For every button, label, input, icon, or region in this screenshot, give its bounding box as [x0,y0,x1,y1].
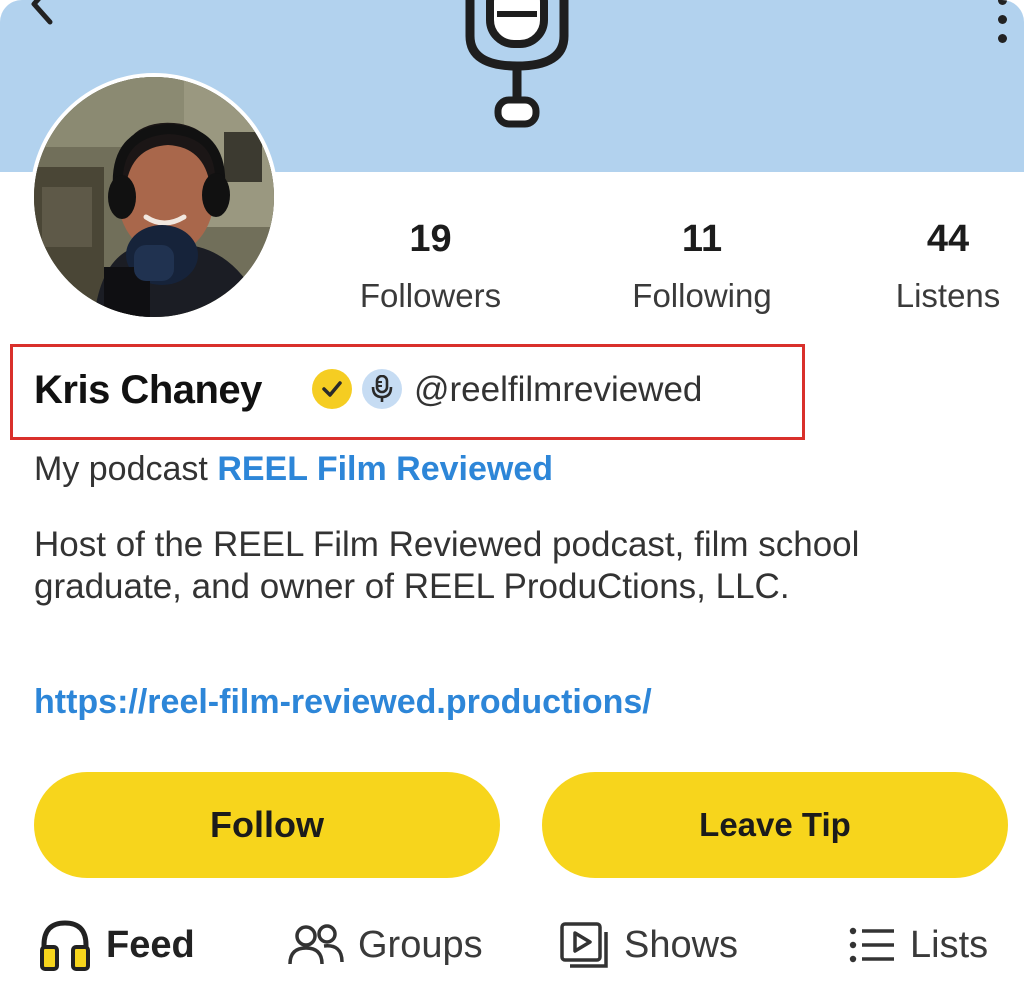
listens-label: Listens [895,277,1001,314]
tab-groups-label: Groups [358,924,483,966]
microphone-badge-icon [362,369,402,409]
tab-feed-label: Feed [106,924,195,966]
leave-tip-button[interactable]: Leave Tip [542,772,1008,878]
tab-lists[interactable]: Lists [848,910,988,980]
stat-followers[interactable]: 19 Followers [343,216,518,316]
list-icon [848,924,898,966]
stat-following[interactable]: 11 Following [612,216,792,316]
tab-groups[interactable]: Groups [286,910,483,980]
back-arrow-icon[interactable] [20,0,64,26]
following-count: 11 [681,218,723,260]
headphones-icon [36,917,94,973]
podcast-line: My podcast REEL Film Reviewed [34,447,553,491]
tab-shows-label: Shows [624,924,739,966]
avatar[interactable] [30,73,278,321]
profile-screen: 19 Followers 11 Following 44 Listens Kri… [0,0,1024,981]
checkmark-badge-icon [312,369,352,409]
followers-label: Followers [359,277,502,314]
people-icon [286,922,346,968]
listens-count: 44 [926,218,970,260]
podcast-link[interactable]: REEL Film Reviewed [217,450,553,488]
website-link[interactable]: https://reel-film-reviewed.productions/ [34,680,652,724]
tab-feed[interactable]: Feed [36,910,195,980]
profile-handle: @reelfilmreviewed [414,370,703,409]
follow-button[interactable]: Follow [34,772,500,878]
tab-lists-label: Lists [910,924,989,966]
shows-icon [558,920,612,970]
stat-listens[interactable]: 44 Listens [882,216,1014,316]
avatar-photo [34,77,274,317]
profile-bio: Host of the REEL Film Reviewed podcast, … [34,525,860,606]
podcast-prefix: My podcast [34,450,208,488]
more-vertical-icon[interactable] [992,0,1012,53]
microphone-logo [465,0,569,128]
profile-name: Kris Chaney [34,368,262,412]
tab-shows[interactable]: Shows [558,910,738,980]
profile-tabs: Feed Groups Shows Lists [0,910,1024,981]
followers-count: 19 [409,218,452,260]
following-label: Following [632,277,772,314]
